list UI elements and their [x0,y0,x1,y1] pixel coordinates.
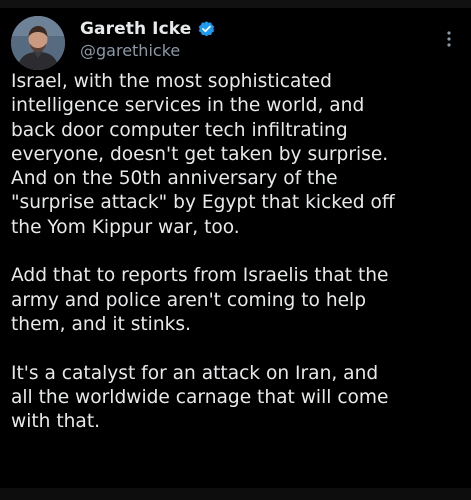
avatar[interactable] [11,16,65,70]
tweet-text: Israel, with the most sophisticated inte… [11,70,466,434]
top-divider [0,0,471,8]
bottom-divider [0,488,471,500]
author-name-row[interactable]: Gareth Icke [80,17,216,41]
author-handle[interactable]: @garethicke [80,41,180,60]
more-vertical-icon[interactable] [440,28,458,50]
avatar-image [11,16,65,70]
tweet: Gareth Icke @garethicke Israel, with the… [0,8,471,488]
tweet-paragraph: Israel, with the most sophisticated inte… [11,71,395,238]
tweet-paragraph: It's a catalyst for an attack on Iran, a… [11,362,389,433]
tweet-paragraph: Add that to reports from Israelis that t… [11,265,389,335]
author-name[interactable]: Gareth Icke [80,19,191,39]
verified-badge-icon [197,20,216,39]
